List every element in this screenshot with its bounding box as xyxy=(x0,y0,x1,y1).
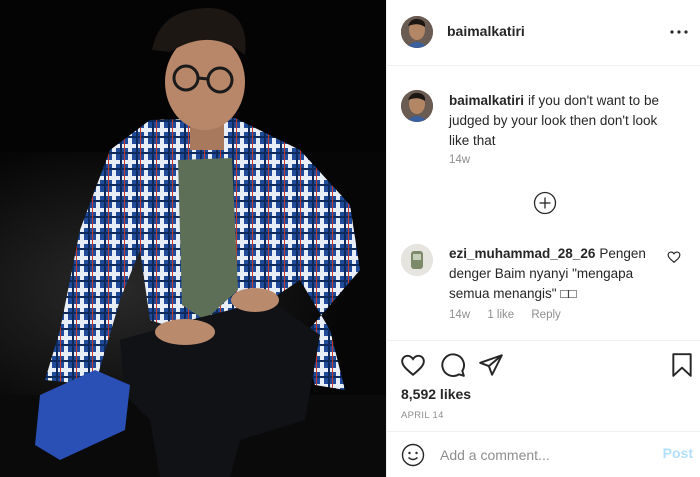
bookmark-icon[interactable] xyxy=(669,352,695,378)
comment-likes-count[interactable]: 1 like xyxy=(487,309,514,321)
comment-item: ezi_muhammad_28_26 Pengen denger Baim nya… xyxy=(387,240,700,335)
caption-timestamp[interactable]: 14w xyxy=(449,154,470,166)
add-comment-bar: Post xyxy=(387,431,700,477)
reply-button[interactable]: Reply xyxy=(531,309,560,321)
comment-text: ezi_muhammad_28_26 Pengen denger Baim nya… xyxy=(449,244,671,304)
heart-outline-icon[interactable] xyxy=(400,352,426,378)
post-header: baimalkatiri xyxy=(387,0,700,66)
paper-plane-icon[interactable] xyxy=(478,352,504,378)
author-username[interactable]: baimalkatiri xyxy=(447,23,525,39)
caption-text: baimalkatiri if you don't want to be judg… xyxy=(449,91,679,151)
comment-input[interactable] xyxy=(440,442,650,468)
comment-timestamp[interactable]: 14w xyxy=(449,309,470,321)
caption-avatar[interactable] xyxy=(401,90,433,122)
smiley-icon[interactable] xyxy=(401,443,425,467)
post-date[interactable]: APRIL 14 xyxy=(401,410,444,421)
commenter-avatar[interactable] xyxy=(401,244,433,276)
likes-count[interactable]: 8,592 likes xyxy=(401,386,471,402)
caption-username[interactable]: baimalkatiri xyxy=(449,93,524,108)
more-horizontal-icon[interactable] xyxy=(667,20,691,44)
commenter-username[interactable]: ezi_muhammad_28_26 xyxy=(449,246,595,261)
post-button[interactable]: Post xyxy=(663,445,693,461)
heart-outline-icon[interactable] xyxy=(667,250,681,264)
post-details-panel: baimalkatiri baimalkatiri if you don't wa… xyxy=(386,0,700,477)
comment-bubble-icon[interactable] xyxy=(440,352,466,378)
post-actions: 8,592 likes APRIL 14 xyxy=(387,340,700,430)
author-avatar[interactable] xyxy=(401,16,433,48)
photo-illustration xyxy=(0,0,386,477)
plus-circle-icon[interactable] xyxy=(533,191,557,215)
post-photo[interactable] xyxy=(0,0,386,477)
comment-meta: 14w 1 like Reply xyxy=(449,309,575,321)
